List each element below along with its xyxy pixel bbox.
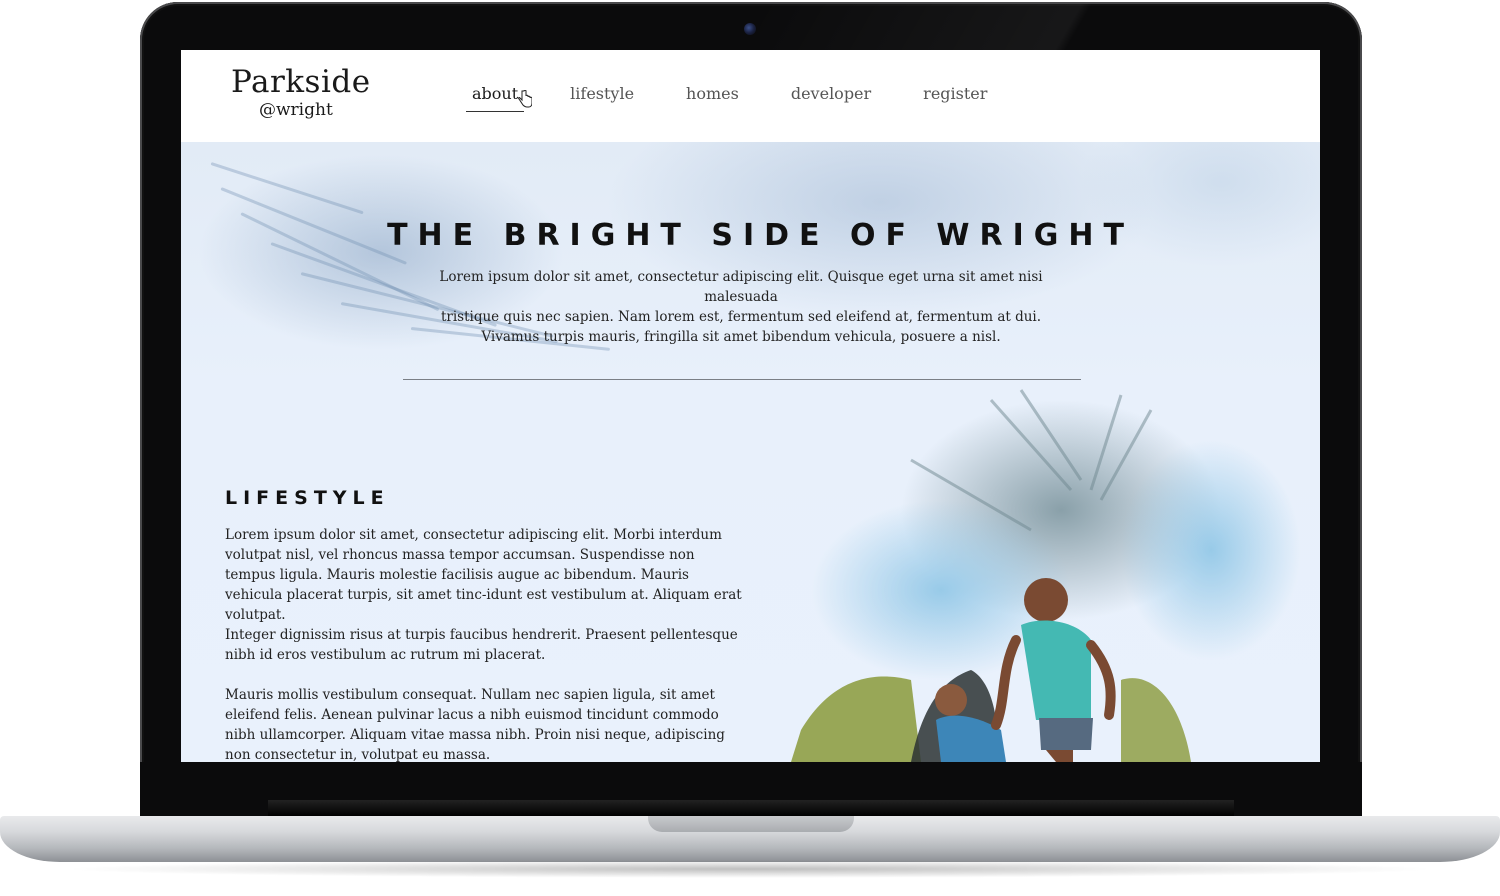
hero-text: Lorem ipsum dolor sit amet, consectetur … <box>431 267 1051 347</box>
laptop-screen: Parkside @wright about lifestyle homes d… <box>181 50 1320 762</box>
hero-title: THE BRIGHT SIDE OF WRIGHT <box>387 218 1134 253</box>
lifestyle-paragraph: Mauris mollis vestibulum consequat. Null… <box>225 687 725 762</box>
hero-text-line: Lorem ipsum dolor sit amet, consectetur … <box>439 269 1043 305</box>
nav-item-label: register <box>923 84 988 103</box>
main-nav: about lifestyle homes developer register <box>466 82 1033 112</box>
logo-title[interactable]: Parkside <box>231 64 371 100</box>
nav-item-label: developer <box>790 84 872 103</box>
hero-text-line: Vivamus turpis mauris, fringilla sit ame… <box>481 329 1001 345</box>
nav-item-label: lifestyle <box>570 84 635 103</box>
lifestyle-paragraph: Lorem ipsum dolor sit amet, consectetur … <box>225 527 742 623</box>
nav-item-label: about <box>472 84 519 103</box>
nav-item-register[interactable]: register <box>917 82 993 112</box>
laptop-base-notch <box>648 816 854 832</box>
hero-text-line: tristique quis nec sapien. Nam lorem est… <box>440 309 1042 325</box>
nav-item-label: homes <box>686 84 739 103</box>
lifestyle-photo <box>791 380 1320 762</box>
lifestyle-paragraph: Integer dignissim risus at turpis faucib… <box>225 627 738 663</box>
lifestyle-heading: LIFESTYLE <box>225 487 390 509</box>
laptop-shadow <box>60 860 1440 878</box>
nav-item-lifestyle[interactable]: lifestyle <box>564 82 640 112</box>
site-header: Parkside @wright about lifestyle homes d… <box>181 50 1320 142</box>
laptop-hinge <box>268 800 1234 816</box>
nav-item-developer[interactable]: developer <box>785 82 877 112</box>
hand-pointer-icon <box>518 89 533 112</box>
logo-subtitle[interactable]: @wright <box>259 100 333 120</box>
webcam-icon <box>744 23 756 35</box>
nav-item-homes[interactable]: homes <box>680 82 745 112</box>
nav-item-about[interactable]: about <box>466 82 533 112</box>
